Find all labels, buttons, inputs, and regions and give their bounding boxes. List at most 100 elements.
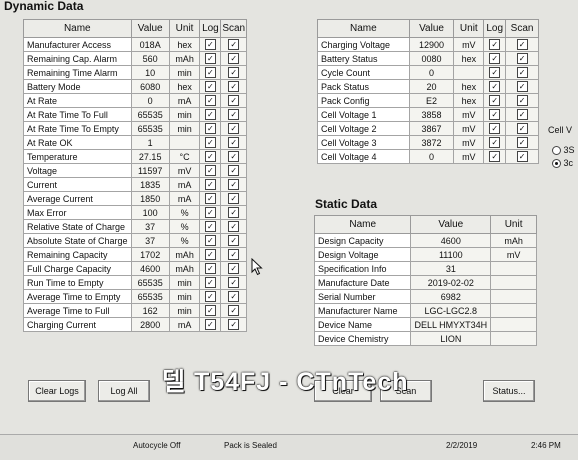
- checkbox[interactable]: ✓: [489, 81, 501, 92]
- checkbox[interactable]: ✓: [228, 263, 240, 274]
- cell-value: LION: [410, 331, 492, 346]
- checkbox[interactable]: ✓: [228, 277, 240, 288]
- radio-3s-icon[interactable]: [552, 146, 561, 156]
- cell-name: Battery Mode: [23, 79, 132, 94]
- cell-unit: hex: [453, 51, 485, 66]
- checkbox[interactable]: ✓: [228, 291, 240, 302]
- cell-unit: min: [168, 65, 201, 80]
- checkbox[interactable]: ✓: [228, 305, 240, 316]
- checkbox[interactable]: ✓: [228, 179, 240, 190]
- checkbox[interactable]: ✓: [204, 305, 216, 316]
- checkbox[interactable]: ✓: [516, 39, 528, 50]
- checkbox[interactable]: ✓: [228, 151, 240, 162]
- checkbox[interactable]: ✓: [489, 95, 501, 106]
- checkbox[interactable]: ✓: [228, 67, 240, 78]
- checkbox[interactable]: ✓: [228, 249, 240, 260]
- checkbox[interactable]: ✓: [204, 67, 216, 78]
- cell-name: Battery Status: [317, 51, 410, 66]
- cell-value: 1850: [130, 191, 170, 206]
- checkbox[interactable]: ✓: [204, 319, 216, 330]
- checkbox[interactable]: ✓: [228, 193, 240, 204]
- checkbox[interactable]: ✓: [204, 53, 216, 64]
- cell-value: E2: [408, 93, 455, 108]
- checkbox[interactable]: ✓: [516, 67, 528, 78]
- cell-name: At Rate Time To Empty: [23, 121, 132, 136]
- checkbox[interactable]: ✓: [228, 165, 240, 176]
- log-all-button[interactable]: Log All: [98, 380, 150, 402]
- cell-name: Manufacturer Name: [313, 303, 412, 318]
- cell-unit: mV: [453, 135, 485, 150]
- checkbox[interactable]: ✓: [204, 249, 216, 260]
- cell-name: Absolute State of Charge: [23, 233, 132, 248]
- cell-value: 0080: [408, 51, 455, 66]
- checkbox[interactable]: ✓: [228, 109, 240, 120]
- cell-name: Temperature: [23, 149, 132, 164]
- cell-unit: °C: [168, 149, 201, 164]
- cell-unit: [490, 303, 537, 318]
- cell-value: 27.15: [130, 149, 170, 164]
- checkbox[interactable]: ✓: [204, 123, 216, 134]
- checkbox[interactable]: ✓: [489, 109, 501, 120]
- checkbox[interactable]: ✓: [204, 81, 216, 92]
- cell-name: Average Time to Empty: [23, 289, 132, 304]
- cell-unit: mV: [168, 163, 201, 178]
- cell-value: 100: [130, 205, 170, 220]
- checkbox[interactable]: ✓: [204, 109, 216, 120]
- checkbox[interactable]: ✓: [228, 235, 240, 246]
- table-row: Average Time to Full 162 min ✓ ✓: [23, 303, 247, 318]
- checkbox[interactable]: ✓: [489, 39, 501, 50]
- checkbox[interactable]: ✓: [204, 165, 216, 176]
- status-button[interactable]: Status...: [483, 380, 535, 402]
- checkbox[interactable]: ✓: [516, 123, 528, 134]
- cell-unit: mA: [168, 317, 201, 332]
- checkbox[interactable]: ✓: [516, 109, 528, 120]
- radio-3c-label: 3c: [563, 158, 574, 168]
- checkbox[interactable]: ✓: [228, 207, 240, 218]
- checkbox[interactable]: ✓: [489, 137, 501, 148]
- table-row: Design Capacity 4600 mAh: [313, 233, 537, 248]
- radio-3c-icon[interactable]: [552, 159, 561, 169]
- cell-unit: mV: [453, 107, 485, 122]
- cell-value: 2019-02-02: [410, 275, 492, 290]
- checkbox[interactable]: ✓: [204, 151, 216, 162]
- table-row: Cell Voltage 4 0 mV ✓ ✓: [317, 149, 539, 164]
- checkbox[interactable]: ✓: [516, 137, 528, 148]
- checkbox[interactable]: ✓: [204, 179, 216, 190]
- table-row: At Rate Time To Full 65535 min ✓ ✓: [23, 107, 247, 122]
- checkbox[interactable]: ✓: [204, 39, 216, 50]
- column-header: Value: [410, 215, 492, 234]
- checkbox[interactable]: ✓: [228, 95, 240, 106]
- checkbox[interactable]: ✓: [228, 137, 240, 148]
- cell-name: Remaining Cap. Alarm: [23, 51, 132, 66]
- checkbox[interactable]: ✓: [204, 221, 216, 232]
- checkbox[interactable]: ✓: [489, 53, 501, 64]
- cell-unit: mV: [453, 149, 485, 164]
- cell-value: 11100: [410, 247, 492, 262]
- cell-unit: [490, 261, 537, 276]
- radio-option-3c[interactable]: 3c: [552, 158, 574, 169]
- checkbox[interactable]: ✓: [516, 151, 528, 162]
- checkbox[interactable]: ✓: [204, 137, 216, 148]
- checkbox[interactable]: ✓: [204, 207, 216, 218]
- checkbox[interactable]: ✓: [228, 81, 240, 92]
- checkbox[interactable]: ✓: [228, 319, 240, 330]
- checkbox[interactable]: ✓: [516, 95, 528, 106]
- checkbox[interactable]: ✓: [204, 235, 216, 246]
- checkbox[interactable]: ✓: [489, 67, 501, 78]
- checkbox[interactable]: ✓: [489, 151, 501, 162]
- clear-logs-button[interactable]: Clear Logs: [28, 380, 86, 402]
- radio-option-3s[interactable]: 3S: [552, 145, 575, 156]
- checkbox[interactable]: ✓: [516, 53, 528, 64]
- checkbox[interactable]: ✓: [516, 81, 528, 92]
- checkbox[interactable]: ✓: [228, 39, 240, 50]
- checkbox[interactable]: ✓: [228, 53, 240, 64]
- checkbox[interactable]: ✓: [489, 123, 501, 134]
- checkbox[interactable]: ✓: [204, 263, 216, 274]
- checkbox[interactable]: ✓: [204, 193, 216, 204]
- checkbox[interactable]: ✓: [204, 277, 216, 288]
- table-row: Cycle Count 0 ✓ ✓: [317, 65, 539, 80]
- checkbox[interactable]: ✓: [204, 291, 216, 302]
- checkbox[interactable]: ✓: [228, 123, 240, 134]
- checkbox[interactable]: ✓: [204, 95, 216, 106]
- checkbox[interactable]: ✓: [228, 221, 240, 232]
